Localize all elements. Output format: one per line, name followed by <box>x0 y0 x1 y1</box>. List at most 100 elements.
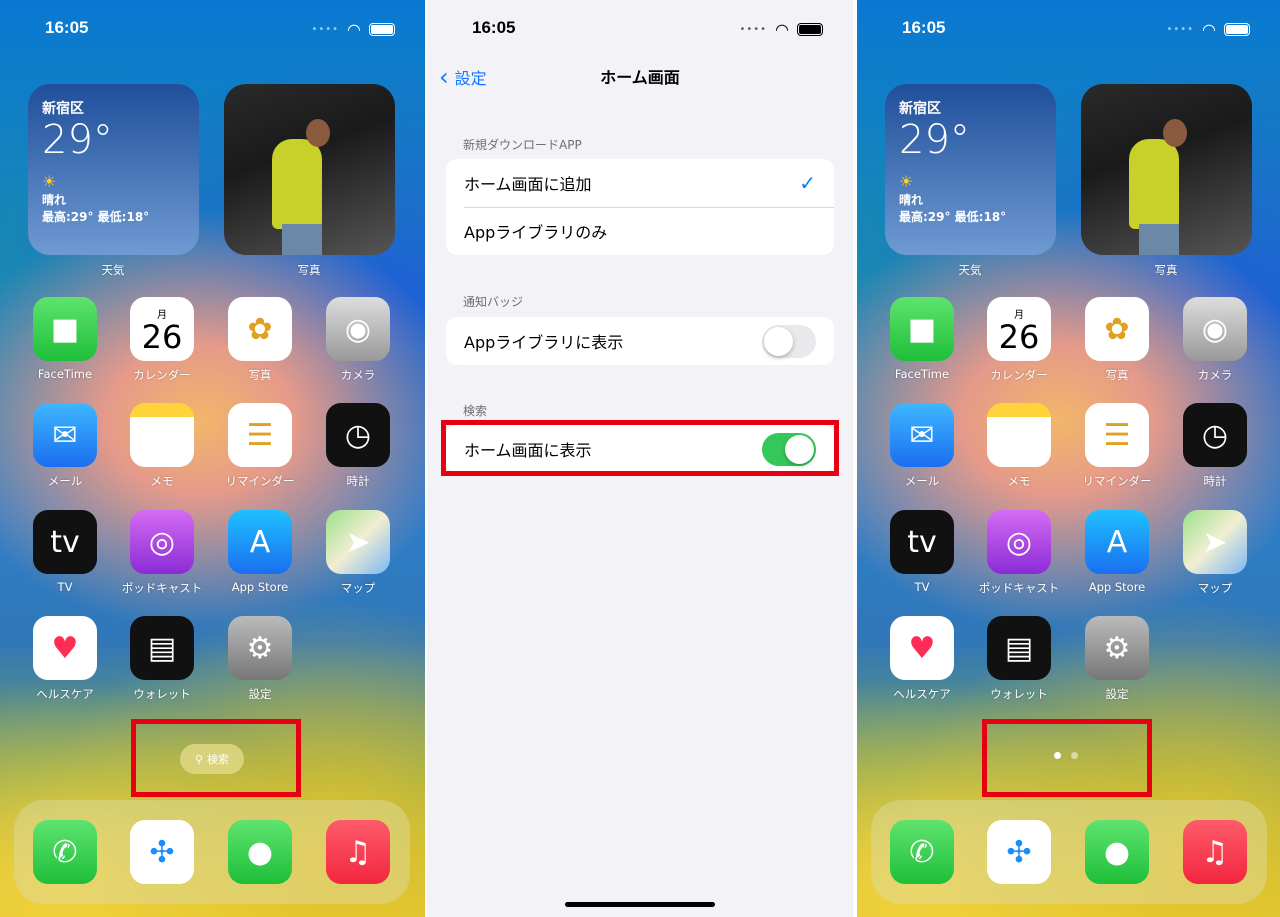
notes-icon[interactable] <box>130 403 194 467</box>
app-label: 時計 <box>346 474 370 488</box>
weather-temp: 29° <box>42 117 113 163</box>
mail-icon[interactable]: ✉ <box>33 403 97 467</box>
app-label: ポッドキャスト <box>978 581 1060 595</box>
signal-icon: •••• <box>1166 24 1195 35</box>
photos-widget[interactable] <box>224 84 395 255</box>
home-indicator <box>565 902 715 907</box>
highlight-box <box>982 719 1152 797</box>
calendar-icon[interactable]: 月 26 <box>130 297 194 361</box>
camera-icon[interactable]: ◉ <box>326 297 390 361</box>
app-label: TV <box>57 580 73 594</box>
clock-icon[interactable]: ◷ <box>326 403 390 467</box>
maps-icon[interactable]: ➤ <box>326 510 390 574</box>
new-download-group: ホーム画面に追加 ✓ Appライブラリのみ <box>446 159 834 255</box>
safari-icon[interactable]: ✣ <box>987 820 1051 884</box>
highlight-box <box>131 719 301 797</box>
status-icons: •••• ◠ <box>739 20 823 39</box>
app-label: メール <box>47 474 83 488</box>
option-app-library-only[interactable]: Appライブラリのみ <box>446 207 834 255</box>
app-label: ポッドキャスト <box>121 581 203 595</box>
camera-icon[interactable]: ◉ <box>1183 297 1247 361</box>
tv-icon[interactable]: tv <box>890 510 954 574</box>
weather-city: 新宿区 <box>42 101 84 117</box>
app-label: App Store <box>231 580 289 594</box>
podcasts-icon[interactable]: ◎ <box>987 510 1051 574</box>
photos-icon[interactable]: ✿ <box>1085 297 1149 361</box>
app-label: ヘルスケア <box>36 687 94 701</box>
status-time: 16:05 <box>45 18 89 37</box>
calendar-day: 26 <box>998 317 1040 356</box>
calendar-icon[interactable]: 月 26 <box>987 297 1051 361</box>
app-label: メモ <box>1007 474 1031 488</box>
status-icons: •••• ◠ <box>1166 20 1250 39</box>
music-icon[interactable]: ♫ <box>1183 820 1247 884</box>
app-label: App Store <box>1088 580 1146 594</box>
signal-icon: •••• <box>739 24 768 35</box>
app-label: メール <box>904 474 940 488</box>
status-icons: •••• ◠ <box>311 20 395 39</box>
reminders-icon[interactable]: ☰ <box>1085 403 1149 467</box>
phone-icon[interactable]: ✆ <box>33 820 97 884</box>
row-label: Appライブラリに表示 <box>464 333 624 352</box>
row-label: ホーム画面に追加 <box>464 175 592 194</box>
settings-icon[interactable]: ⚙ <box>1085 616 1149 680</box>
weather-temp: 29° <box>899 117 970 163</box>
checkmark-icon: ✓ <box>799 171 816 195</box>
weather-condition: 晴れ <box>42 193 67 207</box>
wifi-icon: ◠ <box>775 20 789 39</box>
reminders-icon[interactable]: ☰ <box>228 403 292 467</box>
music-icon[interactable]: ♫ <box>326 820 390 884</box>
signal-icon: •••• <box>311 24 340 35</box>
show-in-app-library-toggle[interactable] <box>762 324 816 358</box>
status-time: 16:05 <box>902 18 946 37</box>
settings-icon[interactable]: ⚙ <box>228 616 292 680</box>
app-store-icon[interactable]: A <box>228 510 292 574</box>
app-label: TV <box>914 580 930 594</box>
app-label: 写真 <box>248 368 272 382</box>
calendar-day: 26 <box>141 317 183 356</box>
weather-high-low: 最高:29° 最低:18° <box>899 210 1007 224</box>
app-label: ヘルスケア <box>893 687 951 701</box>
row-label: Appライブラリのみ <box>464 223 608 242</box>
wallet-icon[interactable]: ▤ <box>130 616 194 680</box>
tv-icon[interactable]: tv <box>33 510 97 574</box>
sun-icon: ☀ <box>42 172 57 191</box>
option-add-to-home[interactable]: ホーム画面に追加 ✓ <box>446 159 834 207</box>
safari-icon[interactable]: ✣ <box>130 820 194 884</box>
weather-widget[interactable]: 新宿区 29° ☀ 晴れ 最高:29° 最低:18° <box>885 84 1056 255</box>
app-label: ウォレット <box>133 687 191 701</box>
messages-icon[interactable]: ● <box>1085 820 1149 884</box>
weather-condition: 晴れ <box>899 193 924 207</box>
app-label: 設定 <box>248 687 272 701</box>
clock-icon[interactable]: ◷ <box>1183 403 1247 467</box>
facetime-icon[interactable]: ■ <box>33 297 97 361</box>
facetime-icon[interactable]: ■ <box>890 297 954 361</box>
settings-home-screen: 16:05 •••• ◠ ‹ 設定 ホーム画面 新規ダウンロードAPP ホーム画面に… <box>427 0 853 917</box>
section-header: 検索 <box>463 404 488 418</box>
messages-icon[interactable]: ● <box>228 820 292 884</box>
notes-icon[interactable] <box>987 403 1051 467</box>
health-icon[interactable]: ♥ <box>890 616 954 680</box>
app-label: マップ <box>1197 581 1233 595</box>
phone-icon[interactable]: ✆ <box>890 820 954 884</box>
maps-icon[interactable]: ➤ <box>1183 510 1247 574</box>
weather-city: 新宿区 <box>899 101 941 117</box>
weather-widget[interactable]: 新宿区 29° ☀ 晴れ 最高:29° 最低:18° <box>28 84 199 255</box>
wifi-icon: ◠ <box>1202 20 1216 39</box>
row-show-in-app-library: Appライブラリに表示 <box>446 317 834 365</box>
wallet-icon[interactable]: ▤ <box>987 616 1051 680</box>
app-label: カメラ <box>340 368 376 382</box>
app-label: カレンダー <box>990 368 1048 382</box>
photos-widget[interactable] <box>1081 84 1252 255</box>
health-icon[interactable]: ♥ <box>33 616 97 680</box>
battery-icon <box>369 23 395 36</box>
battery-icon <box>1224 23 1250 36</box>
wifi-icon: ◠ <box>347 20 361 39</box>
app-label: カメラ <box>1197 368 1233 382</box>
photos-icon[interactable]: ✿ <box>228 297 292 361</box>
app-store-icon[interactable]: A <box>1085 510 1149 574</box>
widget-label: 写真 <box>297 263 321 277</box>
mail-icon[interactable]: ✉ <box>890 403 954 467</box>
podcasts-icon[interactable]: ◎ <box>130 510 194 574</box>
widget-label: 天気 <box>958 263 982 277</box>
